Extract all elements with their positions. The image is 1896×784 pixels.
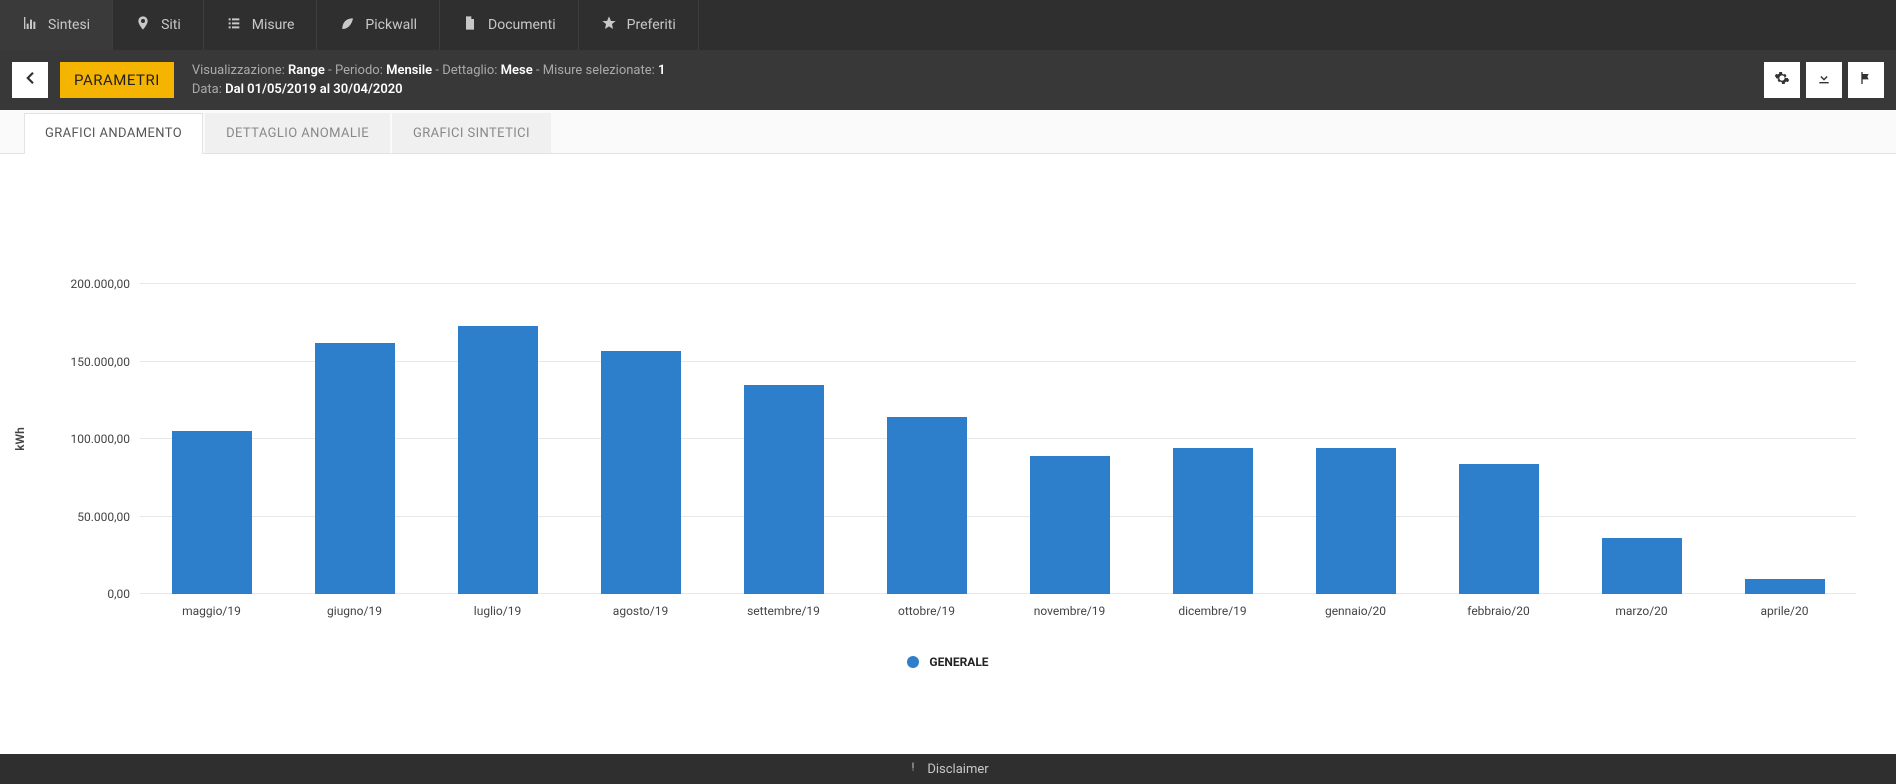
bar-column: ottobre/19: [855, 284, 998, 594]
y-tick-label: 200.000,00: [40, 277, 140, 291]
nav-label: Preferiti: [627, 17, 676, 33]
bar[interactable]: [601, 351, 681, 594]
bar[interactable]: [1316, 448, 1396, 594]
bar-column: luglio/19: [426, 284, 569, 594]
settings-button[interactable]: [1764, 62, 1800, 98]
chart-legend: GENERALE: [0, 655, 1896, 669]
bar-column: marzo/20: [1570, 284, 1713, 594]
map-pin-icon: [135, 15, 151, 35]
x-tick-label: maggio/19: [182, 594, 241, 618]
tab-label: DETTAGLIO ANOMALIE: [226, 126, 369, 141]
bar-column: novembre/19: [998, 284, 1141, 594]
nav-preferiti[interactable]: Preferiti: [579, 0, 699, 50]
data-value: Dal 01/05/2019 al 30/04/2020: [225, 82, 403, 97]
bar[interactable]: [1173, 448, 1253, 594]
nav-label: Documenti: [488, 17, 556, 33]
disclaimer-label: Disclaimer: [927, 762, 988, 777]
nav-sintesi[interactable]: Sintesi: [0, 0, 113, 50]
nav-pickwall[interactable]: Pickwall: [317, 0, 440, 50]
dettaglio-value: Mese: [501, 63, 533, 78]
download-icon: [1816, 70, 1832, 90]
viz-label: Visualizzazione:: [192, 63, 285, 78]
nav-documenti[interactable]: Documenti: [440, 0, 579, 50]
arrow-left-icon: [21, 69, 39, 91]
legend-color-icon: [907, 656, 919, 668]
x-tick-label: giugno/19: [327, 594, 382, 618]
bar[interactable]: [172, 431, 252, 594]
nav-label: Misure: [252, 17, 295, 33]
nav-misure[interactable]: Misure: [204, 0, 318, 50]
bars-container: maggio/19giugno/19luglio/19agosto/19sett…: [140, 284, 1856, 594]
x-tick-label: marzo/20: [1615, 594, 1667, 618]
bar[interactable]: [1745, 579, 1825, 595]
x-tick-label: dicembre/19: [1178, 594, 1246, 618]
legend-label: GENERALE: [929, 655, 988, 669]
exclamation-icon: [907, 761, 919, 777]
bar-column: agosto/19: [569, 284, 712, 594]
bar-column: dicembre/19: [1141, 284, 1284, 594]
bar-column: settembre/19: [712, 284, 855, 594]
bar-column: febbraio/20: [1427, 284, 1570, 594]
periodo-label: Periodo:: [335, 63, 383, 78]
tab-label: GRAFICI SINTETICI: [413, 126, 530, 141]
list-icon: [226, 15, 242, 35]
bar[interactable]: [458, 326, 538, 594]
x-tick-label: febbraio/20: [1467, 594, 1529, 618]
periodo-value: Mensile: [386, 63, 432, 78]
chart-plot: 0,0050.000,00100.000,00150.000,00200.000…: [140, 284, 1856, 594]
dettaglio-label: Dettaglio:: [442, 63, 497, 78]
y-tick-label: 50.000,00: [40, 510, 140, 524]
parametri-label: PARAMETRI: [74, 71, 160, 89]
y-tick-label: 0,00: [40, 587, 140, 601]
nav-label: Siti: [161, 17, 181, 33]
bar[interactable]: [1459, 464, 1539, 594]
bar-column: giugno/19: [283, 284, 426, 594]
bar-chart-icon: [22, 15, 38, 35]
x-tick-label: agosto/19: [613, 594, 668, 618]
bar-column: aprile/20: [1713, 284, 1856, 594]
x-tick-label: settembre/19: [747, 594, 820, 618]
gear-icon: [1774, 70, 1790, 90]
tab-grafici-sintetici[interactable]: GRAFICI SINTETICI: [392, 113, 551, 153]
x-tick-label: ottobre/19: [898, 594, 955, 618]
footer[interactable]: Disclaimer: [0, 754, 1896, 784]
tab-dettaglio-anomalie[interactable]: DETTAGLIO ANOMALIE: [205, 113, 390, 153]
bar-column: gennaio/20: [1284, 284, 1427, 594]
y-axis-label: kWh: [13, 427, 27, 451]
tab-label: GRAFICI ANDAMENTO: [45, 126, 182, 141]
bar[interactable]: [1602, 538, 1682, 594]
viz-value: Range: [288, 63, 325, 78]
tab-bar: GRAFICI ANDAMENTO DETTAGLIO ANOMALIE GRA…: [0, 110, 1896, 154]
download-button[interactable]: [1806, 62, 1842, 98]
bar[interactable]: [315, 343, 395, 594]
x-tick-label: gennaio/20: [1325, 594, 1386, 618]
chart-area: kWh 0,0050.000,00100.000,00150.000,00200…: [0, 154, 1896, 724]
parametri-button[interactable]: PARAMETRI: [60, 62, 174, 98]
bar[interactable]: [1030, 456, 1110, 594]
x-tick-label: luglio/19: [474, 594, 521, 618]
x-tick-label: novembre/19: [1034, 594, 1106, 618]
x-tick-label: aprile/20: [1761, 594, 1809, 618]
document-icon: [462, 15, 478, 35]
misure-label: Misure selezionate:: [543, 63, 655, 78]
bar-column: maggio/19: [140, 284, 283, 594]
y-tick-label: 150.000,00: [40, 355, 140, 369]
top-nav: Sintesi Siti Misure Pickwall Documenti P…: [0, 0, 1896, 50]
bar[interactable]: [744, 385, 824, 594]
y-tick-label: 100.000,00: [40, 432, 140, 446]
data-label: Data:: [192, 82, 222, 97]
star-icon: [601, 15, 617, 35]
back-button[interactable]: [12, 62, 48, 98]
bar[interactable]: [887, 417, 967, 594]
filter-info: Visualizzazione: Range - Periodo: Mensil…: [192, 61, 666, 100]
flag-button[interactable]: [1848, 62, 1884, 98]
sub-bar: PARAMETRI Visualizzazione: Range - Perio…: [0, 50, 1896, 110]
nav-label: Pickwall: [365, 17, 417, 33]
flag-icon: [1858, 70, 1874, 90]
nav-siti[interactable]: Siti: [113, 0, 204, 50]
misure-value: 1: [658, 63, 665, 78]
leaf-icon: [339, 15, 355, 35]
tab-grafici-andamento[interactable]: GRAFICI ANDAMENTO: [24, 113, 203, 153]
nav-label: Sintesi: [48, 17, 90, 33]
